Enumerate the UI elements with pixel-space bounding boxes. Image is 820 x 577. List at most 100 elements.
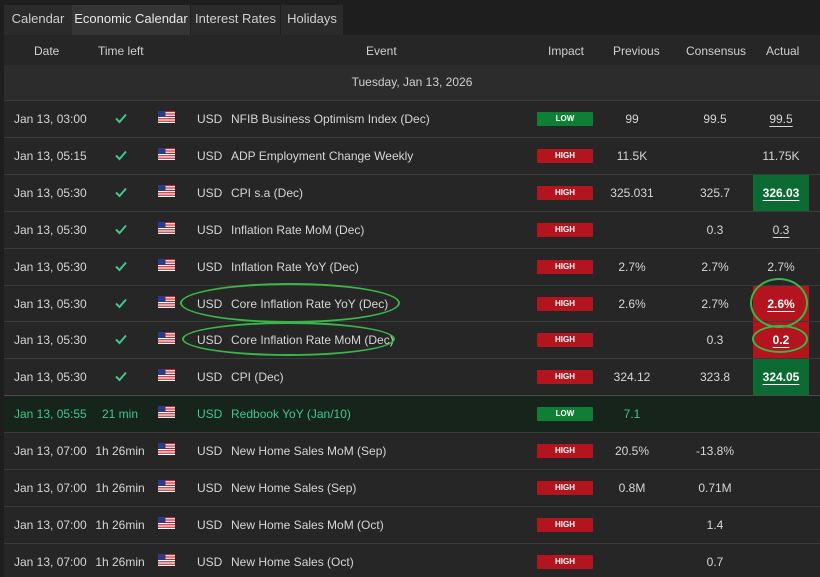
row-currency: USD (197, 517, 223, 532)
impact-badge: HIGH (537, 517, 593, 532)
us-flag-icon (158, 553, 175, 566)
row-currency: USD (197, 333, 223, 348)
column-header-time-left[interactable]: Time left (98, 44, 144, 58)
row-currency: USD (197, 185, 223, 200)
row-previous: 20.5% (614, 444, 650, 459)
table-row[interactable]: Jan 13, 03:00 USD NFIB Business Optimism I… (4, 100, 820, 137)
row-currency: USD (197, 296, 223, 311)
row-date: Jan 13, 05:30 (14, 296, 87, 311)
row-event-name[interactable]: Redbook YoY (Jan/10) (231, 396, 351, 432)
column-header-consensus[interactable]: Consensus (686, 44, 746, 58)
row-date: Jan 13, 07:00 (14, 517, 87, 532)
date-group-header: Tuesday, Jan 13, 2026 (4, 65, 820, 100)
row-consensus: 1.4 (706, 517, 724, 532)
impact-badge: HIGH (537, 333, 593, 348)
table-row[interactable]: Jan 13, 07:00 1h 26min USD New Home Sales (… (4, 542, 820, 577)
row-consensus: 2.7% (701, 296, 729, 311)
tab-interest-rates[interactable]: Interest Rates (191, 5, 280, 35)
row-currency: USD (197, 444, 223, 459)
row-date: Jan 13, 05:15 (14, 148, 87, 163)
tab-holidays[interactable]: Holidays (281, 5, 343, 35)
row-previous: 99 (625, 112, 639, 126)
row-actual: 99.5 (769, 112, 793, 126)
row-actual: 2.7% (767, 259, 795, 274)
row-consensus: -13.8% (695, 444, 735, 459)
row-event-name[interactable]: Inflation Rate YoY (Dec) (231, 249, 359, 285)
tab-calendar[interactable]: Calendar (4, 5, 72, 35)
table-row[interactable]: Jan 13, 05:30 USD Inflation Rate MoM (Dec)… (4, 210, 820, 248)
table-row[interactable]: Jan 13, 07:00 1h 26min USD New Home Sales M… (4, 505, 820, 543)
row-date: Jan 13, 07:00 (14, 554, 87, 569)
us-flag-icon (158, 369, 175, 382)
impact-badge: LOW (537, 112, 593, 126)
row-date: Jan 13, 05:30 (14, 333, 87, 348)
row-actual (753, 433, 809, 469)
tab-bar: Calendar Economic Calendar Interest Rate… (0, 0, 820, 36)
us-flag-icon (158, 406, 175, 419)
column-header-date[interactable]: Date (34, 44, 59, 58)
row-consensus: 325.7 (699, 185, 731, 200)
check-icon (113, 258, 129, 274)
row-event-name[interactable]: ADP Employment Change Weekly (231, 138, 413, 174)
row-event-name[interactable]: NFIB Business Optimism Index (Dec) (231, 101, 430, 137)
row-event-name[interactable]: Inflation Rate MoM (Dec) (231, 212, 364, 248)
row-event-name[interactable]: CPI s.a (Dec) (231, 175, 303, 211)
table-row[interactable]: Jan 13, 05:30 USD CPI s.a (Dec) HIGH 325.031… (4, 173, 820, 212)
row-consensus: 0.7 (706, 554, 724, 569)
row-currency: USD (197, 259, 223, 274)
row-actual: 0.2 (772, 333, 790, 348)
row-previous: 2.6% (618, 296, 646, 311)
row-previous (587, 507, 677, 543)
table-row[interactable]: Jan 13, 05:30 USD Inflation Rate YoY (Dec)… (4, 247, 820, 285)
row-time-left: 1h 26min (95, 517, 145, 532)
column-header-previous[interactable]: Previous (613, 44, 660, 58)
row-actual (753, 544, 809, 577)
column-header-impact[interactable]: Impact (548, 44, 584, 58)
impact-badge: HIGH (537, 222, 593, 237)
table-row[interactable]: Jan 13, 07:00 1h 26min USD New Home Sales (… (4, 469, 820, 506)
impact-badge: HIGH (537, 554, 593, 569)
row-currency: USD (197, 112, 223, 126)
table-row[interactable]: Jan 13, 05:55 21 min USD Redbook YoY (Jan/1… (4, 395, 820, 433)
row-event-name[interactable]: Core Inflation Rate MoM (Dec) (231, 322, 394, 358)
us-flag-icon (158, 258, 175, 271)
row-previous: 0.8M (618, 481, 646, 495)
row-event-name[interactable]: New Home Sales MoM (Sep) (231, 433, 386, 469)
table-header: Date Time left Event Impact Previous Con… (4, 35, 820, 65)
row-previous (587, 322, 677, 358)
row-previous: 324.12 (613, 370, 651, 385)
row-time-left: 21 min (101, 407, 139, 422)
table-row[interactable]: Jan 13, 05:30 USD CPI (Dec) HIGH 324.12 323.8… (4, 358, 820, 397)
row-event-name[interactable]: Core Inflation Rate YoY (Dec) (231, 286, 388, 322)
row-event-name[interactable]: New Home Sales (Oct) (231, 544, 354, 577)
column-header-event[interactable]: Event (366, 44, 397, 58)
row-consensus: 2.7% (701, 259, 729, 274)
row-actual: 2.6% (767, 296, 795, 311)
impact-badge: HIGH (537, 185, 593, 200)
row-consensus (670, 138, 760, 174)
check-icon (113, 184, 129, 200)
column-header-actual[interactable]: Actual (766, 44, 799, 58)
row-previous: 325.031 (610, 185, 654, 200)
impact-badge: HIGH (537, 481, 593, 495)
table-row[interactable]: Jan 13, 05:30 USD Core Inflation Rate MoM … (4, 321, 820, 360)
tab-economic-calendar[interactable]: Economic Calendar (72, 5, 190, 35)
row-actual: 0.3 (772, 222, 790, 237)
us-flag-icon (158, 295, 175, 308)
row-previous (587, 544, 677, 577)
table-row[interactable]: Jan 13, 05:15 USD ADP Employment Change We… (4, 136, 820, 174)
table-row[interactable]: Jan 13, 07:00 1h 26min USD New Home Sales M… (4, 432, 820, 469)
table-row[interactable]: Jan 13, 05:30 USD Core Inflation Rate YoY … (4, 284, 820, 323)
us-flag-icon (158, 111, 175, 123)
row-previous: 2.7% (618, 259, 646, 274)
row-date: Jan 13, 03:00 (14, 112, 87, 126)
impact-badge: HIGH (537, 259, 593, 274)
row-actual (753, 396, 809, 432)
row-event-name[interactable]: CPI (Dec) (231, 359, 284, 395)
row-currency: USD (197, 370, 223, 385)
check-icon (113, 147, 129, 163)
row-consensus: 0.71M (698, 481, 732, 495)
row-event-name[interactable]: New Home Sales (Sep) (231, 470, 356, 506)
row-event-name[interactable]: New Home Sales MoM (Oct) (231, 507, 384, 543)
impact-badge: HIGH (537, 296, 593, 311)
